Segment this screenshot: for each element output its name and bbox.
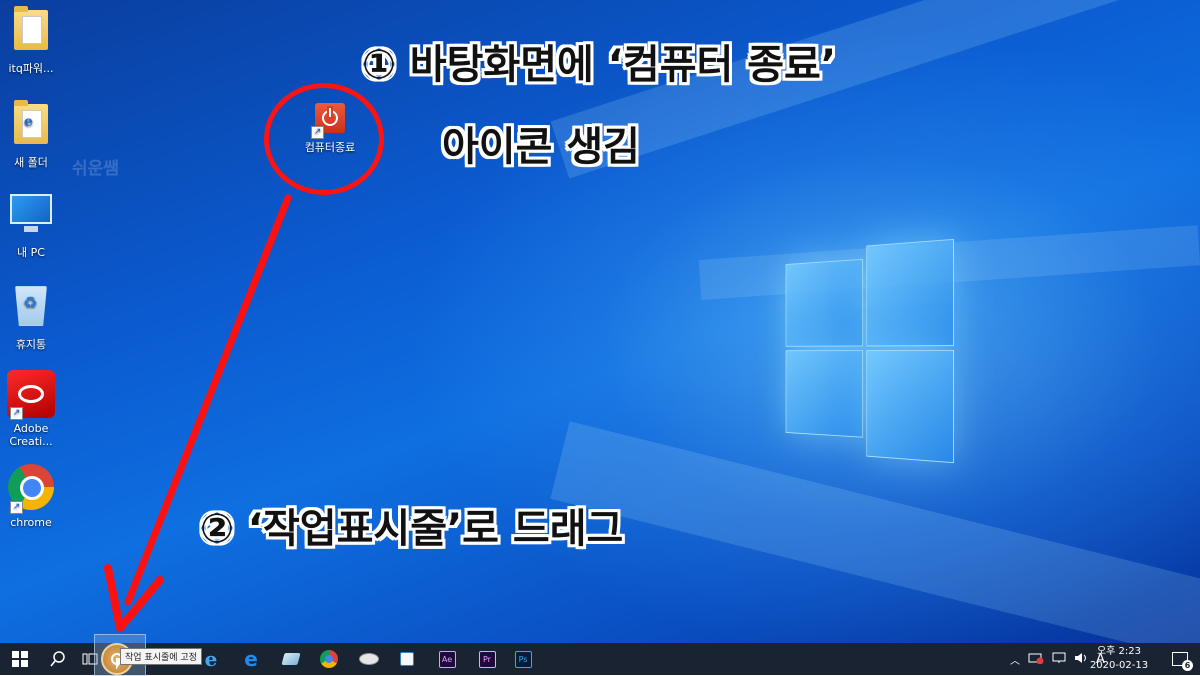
premiere-icon[interactable]: Pr xyxy=(472,643,502,675)
chrome-icon[interactable] xyxy=(314,643,344,675)
monitor-icon[interactable] xyxy=(1052,652,1066,667)
photoshop-icon[interactable]: Ps xyxy=(508,643,538,675)
tooltip: 작업 표시줄에 고정 xyxy=(120,648,202,665)
search-icon[interactable] xyxy=(40,643,76,675)
notepad-icon[interactable] xyxy=(392,643,422,675)
network-app-icon[interactable] xyxy=(354,643,384,675)
drag-arrow xyxy=(104,194,292,632)
network-warning-icon[interactable] xyxy=(1028,652,1044,667)
start-icon[interactable] xyxy=(0,643,40,675)
clock-time: 오후 2:23 xyxy=(1096,646,1142,657)
app-icon[interactable] xyxy=(276,643,306,675)
after-effects-icon[interactable]: Ae xyxy=(432,643,462,675)
notification-count: 6 xyxy=(1182,660,1193,671)
clock[interactable]: 오후 2:23 2020-02-13 xyxy=(1084,645,1154,673)
chevron-up-icon[interactable]: ︿ xyxy=(1010,652,1020,667)
clock-date: 2020-02-13 xyxy=(1089,660,1149,671)
notification-center-icon[interactable]: 6 xyxy=(1160,643,1200,675)
edge-icon[interactable]: e xyxy=(236,643,266,675)
